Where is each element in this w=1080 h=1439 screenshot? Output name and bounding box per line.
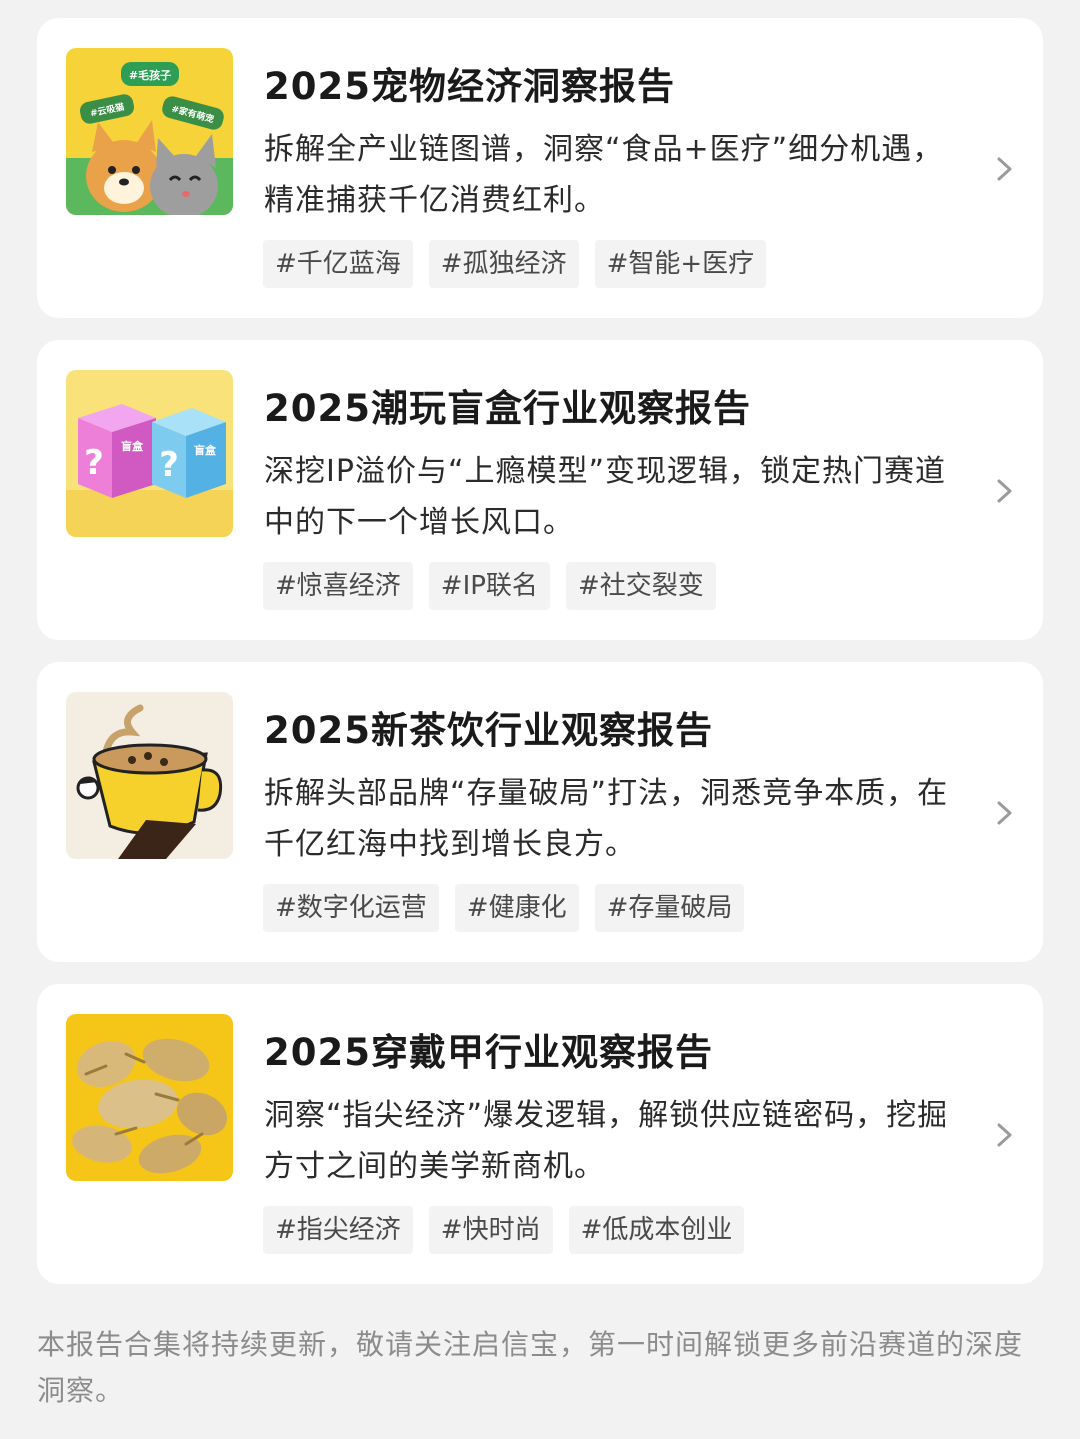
box-label-2: 盲盒 [194,443,217,457]
report-description: 拆解全产业链图谱，洞察“食品+医疗”细分机遇，精准捕获千亿消费红利。 [264,132,944,218]
report-card-blind-box[interactable]: ? 盲盒 ? 盲盒 2025潮玩盲盒行业观察报告 深挖IP溢价与“上瘾模型”变现… [37,340,1043,640]
report-description: 拆解头部品牌“存量破局”打法，洞悉竞争本质，在千亿红海中找到增长良方。 [264,776,949,862]
report-card-tea-drinks[interactable]: 2025新茶饮行业观察报告 拆解头部品牌“存量破局”打法，洞悉竞争本质，在千亿红… [37,662,1043,962]
nail-report-thumbnail [66,1014,233,1181]
report-title: 2025宠物经济洞察报告 [264,65,675,108]
report-title: 2025穿戴甲行业观察报告 [264,1031,713,1074]
chevron-right-icon[interactable] [993,798,1017,828]
report-card-press-on-nails[interactable]: 2025穿戴甲行业观察报告 洞察“指尖经济”爆发逻辑，解锁供应链密码，挖掘方寸之… [37,984,1043,1284]
footer-note: 本报告合集将持续更新，敬请关注启信宝，第一时间解锁更多前沿赛道的深度洞察。 [37,1328,1024,1407]
chevron-right-icon[interactable] [993,476,1017,506]
chevron-right-icon[interactable] [993,154,1017,184]
report-title: 2025潮玩盲盒行业观察报告 [264,387,751,430]
blind-box-report-thumbnail: ? 盲盒 ? 盲盒 [66,370,233,537]
tag[interactable]: #社交裂变 [565,562,716,610]
tag[interactable]: #存量破局 [594,884,745,932]
tag[interactable]: #智能+医疗 [594,240,767,288]
tea-report-thumbnail [66,692,233,859]
report-description: 深挖IP溢价与“上瘾模型”变现逻辑，锁定热门赛道中的下一个增长风口。 [264,454,947,540]
thumb-label-1: #毛孩子 [129,68,171,82]
tag[interactable]: #数字化运营 [263,884,439,932]
pet-report-thumbnail: #毛孩子 #云吸猫 #家有萌宠 [66,48,233,215]
tag-list: #千亿蓝海 #孤独经济 #智能+医疗 [263,240,767,288]
report-card-pet-economy[interactable]: #毛孩子 #云吸猫 #家有萌宠 2025宠物经济洞察报告 拆解全产业链图谱，洞察… [37,18,1043,318]
tag-list: #数字化运营 #健康化 #存量破局 [263,884,745,932]
report-title: 2025新茶饮行业观察报告 [264,709,713,752]
tag[interactable]: #健康化 [454,884,579,932]
report-list-page: #毛孩子 #云吸猫 #家有萌宠 2025宠物经济洞察报告 拆解全产业链图谱，洞察… [0,0,1080,1439]
tag[interactable]: #IP联名 [428,562,550,610]
chevron-right-icon[interactable] [993,1120,1017,1150]
tag-list: #指尖经济 #快时尚 #低成本创业 [263,1206,745,1254]
tag[interactable]: #惊喜经济 [263,562,413,610]
report-description: 洞察“指尖经济”爆发逻辑，解锁供应链密码，挖掘方寸之间的美学新商机。 [264,1098,949,1184]
box-label-1: 盲盒 [121,439,144,453]
tag[interactable]: #指尖经济 [263,1206,413,1254]
tag-list: #惊喜经济 #IP联名 #社交裂变 [263,562,716,610]
tag[interactable]: #孤独经济 [428,240,579,288]
tag[interactable]: #千亿蓝海 [263,240,413,288]
tag[interactable]: #低成本创业 [568,1206,745,1254]
tag[interactable]: #快时尚 [428,1206,553,1254]
svg-text:?: ? [84,443,104,483]
svg-text:?: ? [159,445,179,485]
